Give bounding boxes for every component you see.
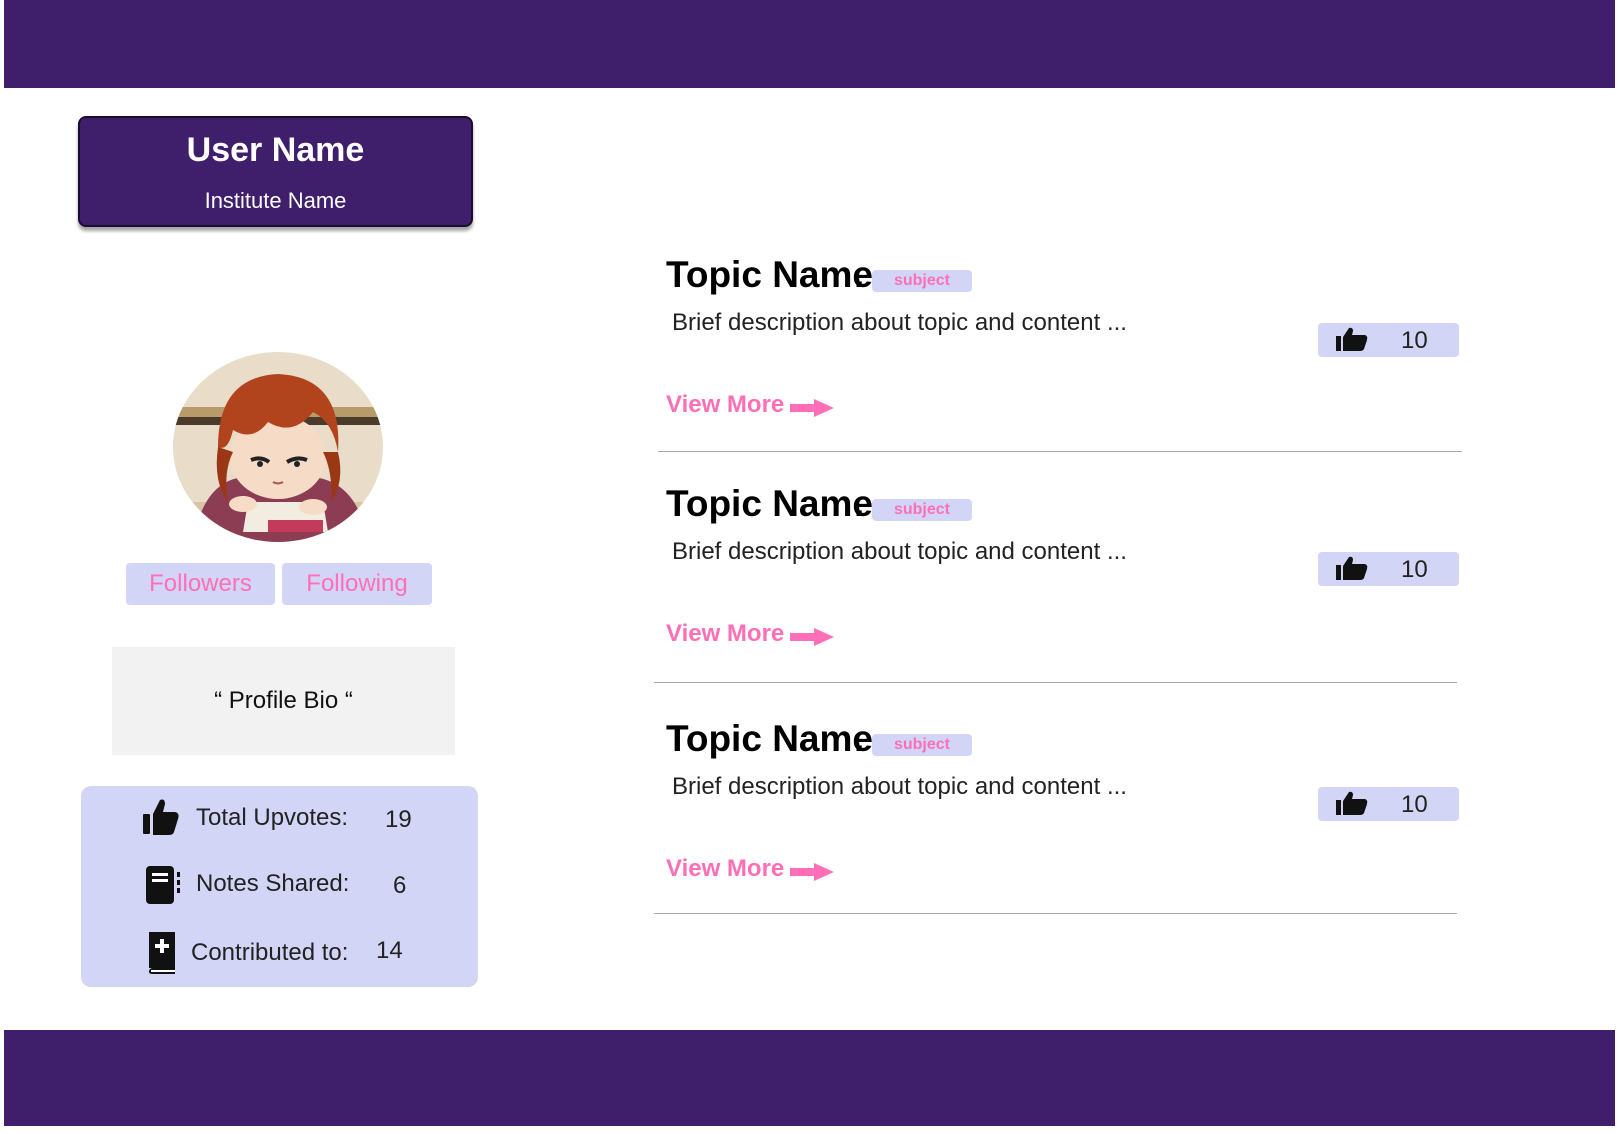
- page: User Name Institute Name Followers Follo…: [4, 0, 1615, 1131]
- institute-name: Institute Name: [204, 188, 347, 213]
- notes-shared-value: 6: [393, 872, 407, 899]
- avatar-illustration: [173, 352, 383, 542]
- user-name: User Name: [186, 131, 365, 169]
- topic-title[interactable]: Topic Name: [666, 253, 873, 297]
- profile-bio: “ Profile Bio “: [112, 647, 455, 755]
- upvote-count: 10: [1401, 556, 1428, 583]
- view-more-link[interactable]: View More: [666, 854, 784, 884]
- stat-total-upvotes: Total Upvotes: 19: [81, 798, 478, 848]
- notebook-icon: [146, 866, 180, 904]
- topic-title[interactable]: Topic Name: [666, 482, 873, 526]
- upvote-button[interactable]: 10: [1318, 552, 1459, 586]
- avatar[interactable]: [173, 352, 383, 542]
- arrow-right-icon[interactable]: [790, 863, 834, 881]
- subject-badge[interactable]: subject: [872, 270, 972, 292]
- footer-bar: [4, 1030, 1615, 1126]
- contributed-value: 14: [376, 937, 403, 964]
- upvote-button[interactable]: 10: [1318, 787, 1459, 821]
- divider: [658, 451, 1462, 452]
- contributed-label: Contributed to:: [191, 939, 349, 966]
- subject-badge[interactable]: subject: [872, 499, 972, 521]
- thumbs-up-icon: [143, 799, 179, 835]
- arrow-right-icon[interactable]: [790, 399, 834, 417]
- topic-title[interactable]: Topic Name: [666, 717, 873, 761]
- topic-description: Brief description about topic and conten…: [672, 773, 1127, 800]
- followers-button[interactable]: Followers: [126, 563, 275, 605]
- total-upvotes-label: Total Upvotes:: [196, 804, 349, 831]
- thumbs-up-icon: [1336, 791, 1368, 815]
- topic-title-dot: .: [854, 483, 865, 524]
- topic-description: Brief description about topic and conten…: [672, 309, 1127, 336]
- book-plus-icon: [149, 932, 175, 974]
- notes-shared-label: Notes Shared:: [196, 870, 350, 897]
- stats-panel: Total Upvotes: 19 Notes Shared: 6 Contri…: [81, 786, 478, 987]
- total-upvotes-value: 19: [385, 806, 412, 833]
- upvote-count: 10: [1401, 327, 1428, 354]
- stat-notes-shared: Notes Shared: 6: [81, 866, 478, 916]
- topic-title-dot: .: [854, 254, 865, 295]
- divider: [654, 913, 1457, 914]
- header-bar: [4, 0, 1615, 88]
- topic-title-dot: .: [854, 718, 865, 759]
- following-button[interactable]: Following: [282, 563, 432, 605]
- thumbs-up-icon: [1336, 556, 1368, 580]
- divider: [654, 682, 1457, 683]
- thumbs-up-icon: [1336, 327, 1368, 351]
- upvote-count: 10: [1401, 791, 1428, 818]
- arrow-right-icon[interactable]: [790, 628, 834, 646]
- topic-description: Brief description about topic and conten…: [672, 538, 1127, 565]
- subject-badge[interactable]: subject: [872, 734, 972, 756]
- upvote-button[interactable]: 10: [1318, 323, 1459, 357]
- stat-contributed: Contributed to: 14: [81, 932, 478, 982]
- view-more-link[interactable]: View More: [666, 619, 784, 649]
- view-more-link[interactable]: View More: [666, 390, 784, 420]
- user-card: User Name Institute Name: [78, 116, 473, 227]
